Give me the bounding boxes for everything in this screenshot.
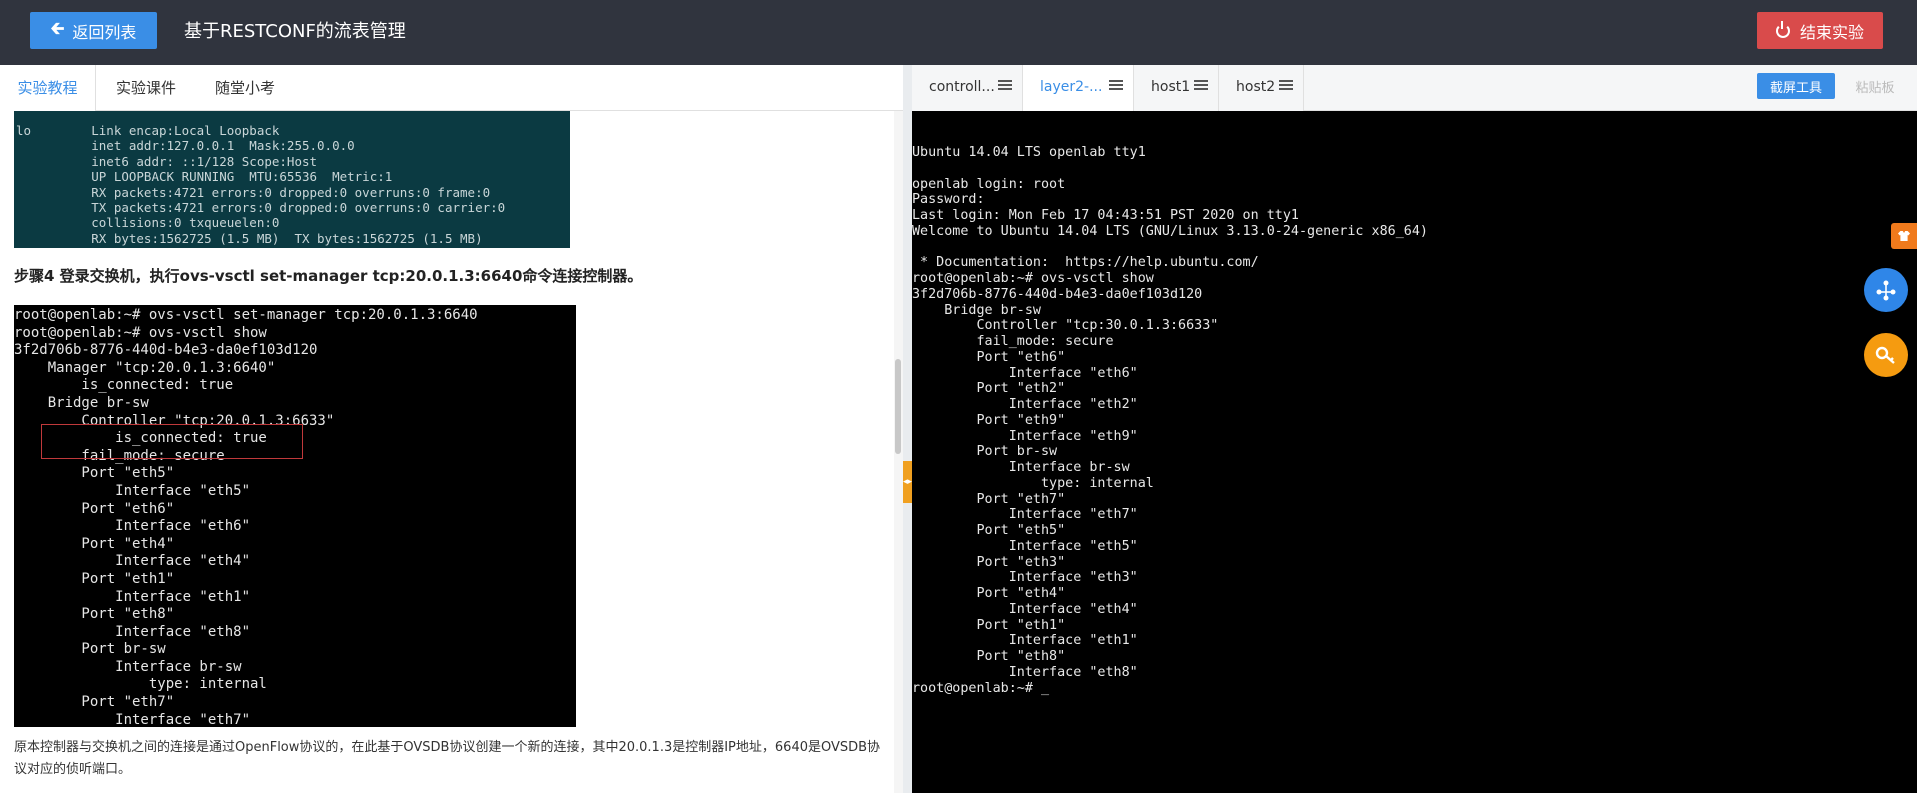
side-tag-button[interactable]: [1891, 223, 1917, 249]
top-bar: 🡰 返回列表 基于RESTCONF的流表管理 结束实验: [0, 0, 1917, 65]
tab-courseware[interactable]: 实验课件: [104, 65, 188, 111]
content-scrollbar[interactable]: [894, 111, 903, 793]
key-button[interactable]: [1864, 333, 1908, 377]
shirt-icon: [1898, 231, 1910, 241]
end-experiment-button[interactable]: 结束实验: [1757, 12, 1883, 49]
vm-console[interactable]: Ubuntu 14.04 LTS openlab tty1 openlab lo…: [912, 111, 1917, 793]
tutorial-content: lo Link encap:Local Loopback inet addr:1…: [0, 111, 893, 793]
splitter-handle[interactable]: ◂▸: [903, 461, 912, 503]
power-icon: [1775, 20, 1790, 38]
step-4-heading: 步骤4 登录交换机，执行ovs-vsctl set-manager tcp:20…: [14, 267, 643, 285]
tab-label: host1: [1151, 79, 1191, 95]
tab-label: controll...: [929, 79, 995, 95]
tab-label: layer2-...: [1040, 79, 1103, 95]
manager-highlight-box: [41, 424, 303, 459]
tab-tutorial[interactable]: 实验教程: [0, 65, 96, 111]
ovs-terminal-image: root@openlab:~# ovs-vsctl set-manager tc…: [14, 305, 576, 727]
explanation-paragraph: 原本控制器与交换机之间的连接是通过OpenFlow协议的，在此基于OVSDB协议…: [14, 740, 881, 777]
end-label: 结束实验: [1799, 22, 1864, 42]
back-to-list-button[interactable]: 🡰 返回列表: [30, 12, 157, 49]
tutorial-panel: 实验教程 实验课件 随堂小考 lo Link encap:Local Loopb…: [0, 65, 903, 793]
menu-lines-icon[interactable]: [1279, 80, 1293, 93]
clipboard-button[interactable]: 粘贴板: [1846, 73, 1904, 99]
tab-controller[interactable]: controll...: [912, 65, 1023, 111]
back-label: 返回列表: [72, 22, 137, 42]
menu-lines-icon[interactable]: [1109, 80, 1123, 93]
menu-lines-icon[interactable]: [998, 80, 1012, 93]
tab-quiz[interactable]: 随堂小考: [203, 65, 287, 111]
tab-layer2[interactable]: layer2-...: [1023, 65, 1134, 111]
key-icon: [1875, 346, 1895, 364]
menu-lines-icon[interactable]: [1194, 80, 1208, 93]
tab-host2[interactable]: host2: [1219, 65, 1304, 111]
tab-host1[interactable]: host1: [1134, 65, 1219, 111]
screenshot-tool-button[interactable]: 截屏工具: [1757, 73, 1835, 99]
tutorial-tabs: 实验教程 实验课件 随堂小考: [0, 65, 903, 111]
network-topology-button[interactable]: [1864, 268, 1908, 312]
scrollbar-thumb[interactable]: [895, 359, 901, 454]
arrow-left-icon: 🡰: [50, 19, 65, 39]
tab-label: host2: [1236, 79, 1276, 95]
panel-splitter[interactable]: ◂▸: [903, 65, 912, 793]
loopback-terminal-image: lo Link encap:Local Loopback inet addr:1…: [14, 111, 570, 248]
page-title: 基于RESTCONF的流表管理: [184, 21, 406, 42]
network-icon: [1876, 280, 1896, 301]
